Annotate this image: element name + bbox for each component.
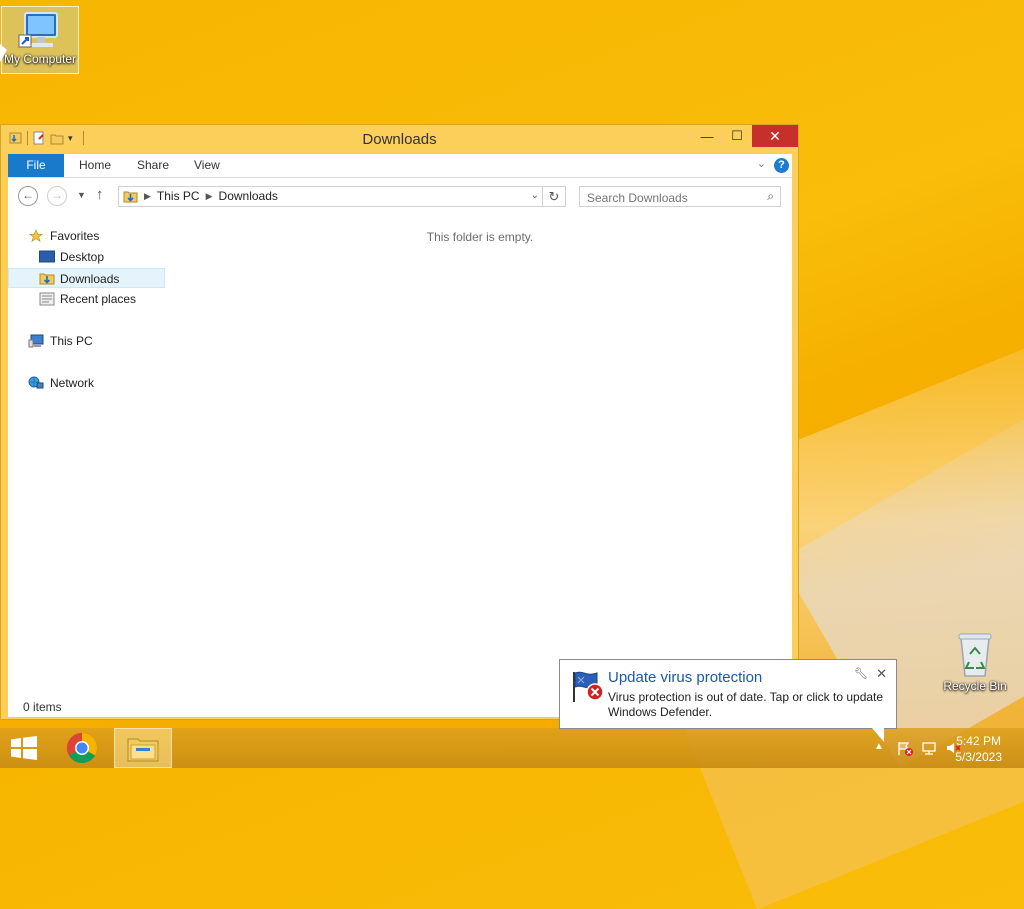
computer-icon bbox=[18, 12, 58, 48]
mouse-cursor-icon bbox=[0, 44, 7, 62]
maximize-button[interactable]: ☐ bbox=[722, 125, 752, 147]
minimize-button[interactable]: — bbox=[692, 125, 722, 147]
nav-item-desktop[interactable]: Desktop bbox=[8, 247, 165, 267]
nav-item-recent-places[interactable]: Recent places bbox=[8, 289, 165, 309]
breadcrumb-downloads[interactable]: Downloads bbox=[219, 189, 278, 203]
windows-logo-icon bbox=[11, 736, 37, 760]
up-button[interactable]: ↑ bbox=[96, 186, 104, 203]
nav-item-downloads[interactable]: Downloads bbox=[8, 268, 165, 288]
forward-button[interactable]: → bbox=[47, 186, 67, 206]
expand-ribbon-chevron-icon[interactable]: ⌄ bbox=[757, 157, 766, 170]
notification-close-button[interactable]: ✕ bbox=[876, 666, 887, 682]
recycle-bin-icon bbox=[958, 633, 992, 677]
computer-icon bbox=[28, 334, 44, 348]
notification-balloon[interactable]: Update virus protection Virus protection… bbox=[559, 659, 897, 742]
balloon-tail bbox=[872, 728, 884, 742]
clock[interactable]: 5:42 PM 5/3/2023 bbox=[955, 733, 1002, 765]
back-button[interactable]: ← bbox=[18, 186, 38, 206]
security-warning-flag-icon bbox=[573, 671, 604, 702]
notification-options-icon[interactable]: 🔧︎ bbox=[854, 667, 868, 680]
file-explorer-icon bbox=[127, 738, 159, 762]
empty-folder-message: This folder is empty. bbox=[426, 230, 534, 244]
show-hidden-icons-chevron-icon[interactable]: ▲ bbox=[874, 741, 884, 752]
downloads-folder-icon bbox=[39, 273, 55, 285]
nav-item-this-pc[interactable]: This PC bbox=[8, 331, 165, 351]
breadcrumb-separator-icon[interactable]: ▶ bbox=[144, 191, 151, 202]
desktop-icon-my-computer[interactable]: My Computer bbox=[1, 6, 79, 74]
navigation-pane: Favorites Desktop Downloads Recent place… bbox=[8, 214, 168, 694]
nav-item-label: Desktop bbox=[60, 250, 105, 264]
network-status-icon[interactable] bbox=[921, 740, 937, 756]
explorer-window: ▾ Downloads — ☐ ✕ File Home Share View ⌄… bbox=[0, 124, 799, 720]
recent-places-icon bbox=[39, 292, 55, 306]
chrome-icon bbox=[66, 733, 98, 764]
clock-date: 5/3/2023 bbox=[955, 750, 1002, 764]
title-bar[interactable]: ▾ Downloads — ☐ ✕ bbox=[1, 125, 798, 153]
search-box[interactable]: ⌕ bbox=[579, 186, 781, 208]
nav-item-network[interactable]: Network bbox=[8, 373, 165, 393]
address-dropdown-chevron-icon[interactable]: ⌄ bbox=[531, 190, 539, 201]
nav-item-label: Downloads bbox=[60, 272, 120, 286]
address-bar[interactable]: ▶ This PC ▶ Downloads ⌄ ↻ bbox=[118, 186, 566, 207]
tab-view[interactable]: View bbox=[194, 154, 220, 177]
tab-file[interactable]: File bbox=[8, 154, 64, 177]
start-button[interactable] bbox=[0, 728, 48, 768]
search-icon[interactable]: ⌕ bbox=[767, 189, 774, 204]
notification-message: Virus protection is out of date. Tap or … bbox=[608, 690, 884, 719]
breadcrumb-this-pc[interactable]: This PC bbox=[157, 189, 200, 203]
action-center-flag-icon[interactable] bbox=[897, 740, 913, 756]
breadcrumb-separator-icon[interactable]: ▶ bbox=[206, 191, 213, 202]
system-tray: ▲ 5:42 PM 5/3/2023 bbox=[824, 728, 1024, 768]
recent-locations-chevron-icon[interactable]: ▼ bbox=[77, 190, 86, 200]
desktop-icon-recycle-bin[interactable]: Recycle Bin bbox=[937, 630, 1013, 693]
taskbar-chrome[interactable] bbox=[56, 728, 108, 768]
search-input[interactable] bbox=[580, 187, 759, 208]
desktop-icon bbox=[39, 250, 55, 263]
taskbar-file-explorer[interactable] bbox=[114, 728, 172, 768]
desktop-icon-label: My Computer bbox=[3, 52, 77, 66]
nav-item-label: Recent places bbox=[60, 292, 137, 306]
navigation-bar: ← → ▼ ↑ ▶ This PC ▶ Downloads ⌄ ↻ ⌕ bbox=[8, 178, 792, 214]
clock-time: 5:42 PM bbox=[956, 734, 1001, 748]
item-count: 0 items bbox=[23, 700, 62, 714]
ribbon-tabs: File Home Share View ⌄ ? bbox=[8, 154, 792, 178]
network-icon bbox=[28, 376, 44, 389]
help-icon[interactable]: ? bbox=[774, 158, 789, 173]
close-button[interactable]: ✕ bbox=[752, 125, 798, 147]
refresh-icon[interactable]: ↻ bbox=[542, 187, 565, 206]
tab-home[interactable]: Home bbox=[79, 154, 111, 177]
downloads-folder-icon bbox=[123, 191, 138, 203]
desktop-icon-label: Recycle Bin bbox=[943, 679, 1007, 693]
taskbar: ▲ 5:42 PM 5/3/2023 bbox=[0, 728, 1024, 768]
tab-share[interactable]: Share bbox=[137, 154, 169, 177]
window-title: Downloads bbox=[362, 131, 437, 148]
nav-item-label: This PC bbox=[50, 334, 93, 348]
content-area: Favorites Desktop Downloads Recent place… bbox=[8, 214, 792, 694]
nav-item-label: Network bbox=[50, 376, 95, 390]
notification-title: Update virus protection bbox=[608, 669, 763, 686]
